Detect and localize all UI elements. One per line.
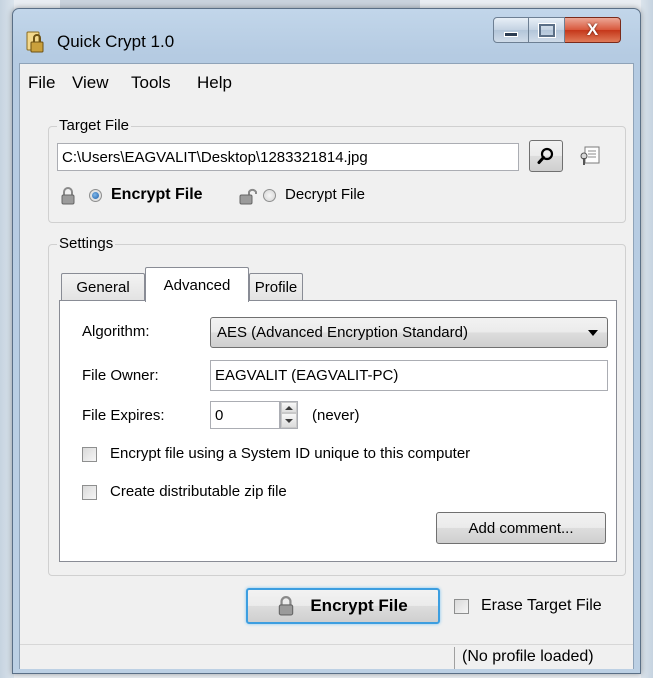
file-properties-button[interactable] bbox=[573, 140, 607, 172]
menu-tools[interactable]: Tools bbox=[131, 73, 171, 93]
arrow-up-icon bbox=[285, 405, 293, 410]
encrypt-file-button[interactable]: Encrypt File bbox=[246, 588, 440, 624]
file-properties-icon bbox=[580, 146, 600, 165]
file-expires-stepper[interactable] bbox=[280, 401, 298, 429]
menu-view[interactable]: View bbox=[72, 73, 109, 93]
advanced-tab-panel: Algorithm: AES (Advanced Encryption Stan… bbox=[59, 300, 617, 562]
quick-crypt-window: Quick Crypt 1.0 X File View Tools Help T… bbox=[12, 8, 641, 674]
close-button[interactable]: X bbox=[565, 17, 621, 43]
chevron-down-icon bbox=[588, 330, 598, 336]
tab-advanced[interactable]: Advanced bbox=[145, 267, 249, 302]
encrypt-file-radio-label[interactable]: Encrypt File bbox=[111, 186, 203, 204]
file-owner-input[interactable]: EAGVALIT (EAGVALIT-PC) bbox=[210, 360, 608, 391]
create-zip-checkbox[interactable] bbox=[82, 485, 97, 500]
status-bar: (No profile loaded) bbox=[20, 644, 633, 669]
maximize-button[interactable] bbox=[529, 17, 565, 43]
profile-status-text: (No profile loaded) bbox=[462, 648, 594, 665]
algorithm-select[interactable]: AES (Advanced Encryption Standard) bbox=[210, 317, 608, 348]
magnifier-icon bbox=[537, 147, 554, 164]
title-bar[interactable]: Quick Crypt 1.0 X bbox=[13, 9, 640, 63]
lock-closed-icon bbox=[61, 187, 75, 205]
decrypt-file-radio[interactable] bbox=[263, 189, 276, 202]
algorithm-selected-value: AES (Advanced Encryption Standard) bbox=[217, 324, 468, 341]
arrow-down-icon bbox=[285, 418, 293, 423]
target-file-group: Target File C:\Users\EAGVALIT\Desktop\12… bbox=[48, 117, 626, 223]
stepper-down-button[interactable] bbox=[281, 413, 297, 428]
file-expires-note: (never) bbox=[312, 407, 360, 424]
lock-open-icon bbox=[239, 188, 257, 205]
minimize-icon bbox=[504, 31, 518, 37]
menu-help[interactable]: Help bbox=[197, 73, 232, 93]
background-desktop-right bbox=[641, 0, 653, 678]
menu-bar: File View Tools Help bbox=[20, 64, 633, 98]
window-title: Quick Crypt 1.0 bbox=[57, 32, 175, 51]
status-separator bbox=[454, 647, 455, 669]
stepper-up-button[interactable] bbox=[281, 402, 297, 413]
algorithm-label: Algorithm: bbox=[82, 323, 150, 340]
add-comment-button[interactable]: Add comment... bbox=[436, 512, 606, 544]
window-client-area: File View Tools Help Target File C:\User… bbox=[19, 63, 634, 669]
encrypt-file-button-label: Encrypt File bbox=[310, 596, 408, 615]
quick-crypt-app-icon bbox=[26, 31, 44, 53]
menu-file[interactable]: File bbox=[28, 73, 55, 93]
erase-target-file-checkbox[interactable] bbox=[454, 599, 469, 614]
window-controls: X bbox=[493, 17, 621, 43]
create-zip-checkbox-label[interactable]: Create distributable zip file bbox=[110, 483, 287, 500]
target-file-path-input[interactable]: C:\Users\EAGVALIT\Desktop\1283321814.jpg bbox=[57, 143, 519, 171]
settings-group-label: Settings bbox=[57, 235, 116, 252]
close-icon: X bbox=[586, 20, 599, 39]
system-id-checkbox[interactable] bbox=[82, 447, 97, 462]
erase-target-file-label[interactable]: Erase Target File bbox=[481, 597, 602, 615]
tab-general[interactable]: General bbox=[61, 273, 145, 300]
tab-profile[interactable]: Profile bbox=[249, 273, 303, 300]
file-expires-label: File Expires: bbox=[82, 407, 165, 424]
target-file-group-label: Target File bbox=[57, 117, 132, 134]
browse-file-button[interactable] bbox=[529, 140, 563, 172]
encrypt-file-radio[interactable] bbox=[89, 189, 102, 202]
lock-closed-icon bbox=[279, 596, 294, 616]
file-owner-label: File Owner: bbox=[82, 367, 159, 384]
maximize-icon bbox=[538, 23, 555, 37]
minimize-button[interactable] bbox=[493, 17, 529, 43]
decrypt-file-radio-label[interactable]: Decrypt File bbox=[285, 186, 365, 203]
file-expires-input[interactable]: 0 bbox=[210, 401, 280, 429]
settings-group: Settings General Advanced Profile Algori… bbox=[48, 235, 626, 576]
system-id-checkbox-label[interactable]: Encrypt file using a System ID unique to… bbox=[110, 445, 470, 462]
